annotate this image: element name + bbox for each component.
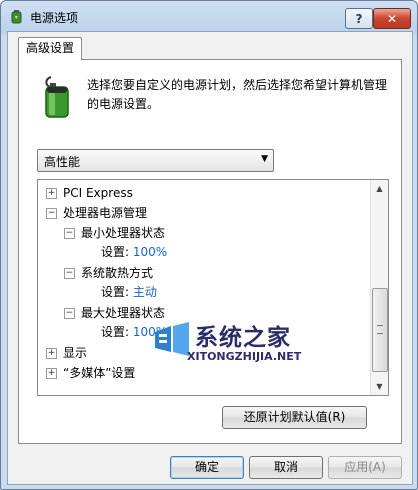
tab-advanced-settings[interactable]: 高级设置 — [18, 37, 82, 60]
tree-item-label: 系统散热方式 — [81, 266, 154, 280]
tree-item-label: 显示 — [63, 346, 88, 360]
setting-label: 设置: — [101, 325, 130, 339]
tree-item-label: “多媒体”设置 — [63, 366, 136, 380]
expand-icon[interactable]: + — [46, 348, 57, 359]
setting-value-link[interactable]: 主动 — [133, 285, 157, 299]
restore-defaults-button[interactable]: 还原计划默认值(R) — [222, 406, 367, 429]
watermark-subtext: XITONGZHIJIA.NET — [187, 350, 302, 363]
setting-label: 设置: — [101, 245, 130, 259]
collapse-icon[interactable]: − — [64, 308, 75, 319]
collapse-icon[interactable]: − — [64, 268, 75, 279]
watermark: 系统之家 XITONGZHIJIA.NET — [151, 318, 331, 378]
scroll-down-icon[interactable]: ▼ — [371, 378, 388, 395]
vertical-scrollbar[interactable]: ▲ ▼ — [370, 180, 388, 395]
ok-button[interactable]: 确定 — [170, 456, 244, 479]
scrollbar-thumb[interactable] — [372, 288, 388, 372]
power-plan-selected: 高性能 — [44, 155, 81, 169]
collapse-icon[interactable]: − — [46, 208, 57, 219]
dialog-body: 高级设置 选择您要自定义的电源计划，然后选择您希望计算机管理的电源设置。 高性能… — [7, 31, 413, 485]
title-bar[interactable]: 电源选项 ? ✕ — [1, 1, 417, 31]
scroll-up-icon[interactable]: ▲ — [371, 180, 388, 197]
expand-icon[interactable]: + — [46, 368, 57, 379]
tree-item-label: PCI Express — [63, 186, 133, 200]
watermark-text: 系统之家 — [195, 325, 291, 351]
chevron-down-icon: ▼ — [261, 154, 268, 164]
help-button[interactable]: ? — [345, 8, 373, 29]
tree-item-label: 最小处理器状态 — [81, 226, 166, 240]
setting-value-link[interactable]: 100% — [133, 245, 167, 259]
power-options-icon — [11, 10, 22, 24]
tree-item-label: 处理器电源管理 — [63, 206, 148, 220]
close-button[interactable]: ✕ — [373, 8, 411, 29]
description-text: 选择您要自定义的电源计划，然后选择您希望计算机管理的电源设置。 — [87, 78, 388, 111]
battery-power-icon — [45, 76, 69, 118]
setting-label: 设置: — [101, 285, 130, 299]
apply-button[interactable]: 应用(A) — [328, 456, 402, 479]
cancel-button[interactable]: 取消 — [249, 456, 323, 479]
window-title: 电源选项 — [30, 11, 79, 25]
tree-setting-cooling[interactable]: 设置: 主动 — [101, 283, 157, 301]
tree-setting-min[interactable]: 设置: 100% — [101, 243, 167, 261]
power-options-window: 电源选项 ? ✕ 高级设置 选择您要自定义的电源计划，然后选择您希望计算机管理的… — [0, 0, 418, 490]
power-plan-select[interactable]: 高性能 ▼ — [37, 149, 274, 172]
advanced-settings-panel: 选择您要自定义的电源计划，然后选择您希望计算机管理的电源设置。 高性能 ▼ + … — [18, 59, 402, 444]
collapse-icon[interactable]: − — [64, 228, 75, 239]
expand-icon[interactable]: + — [46, 188, 57, 199]
grip-icon — [377, 325, 383, 334]
watermark-logo-icon — [155, 322, 189, 356]
